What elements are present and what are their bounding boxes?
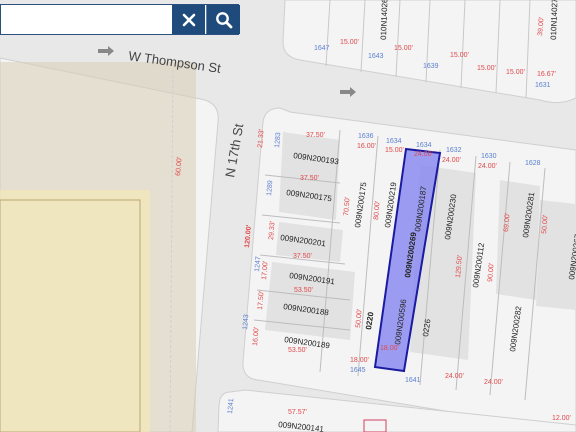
svg-text:18.00': 18.00' [380, 345, 399, 352]
svg-text:1243: 1243 [242, 314, 250, 330]
parcel-id: 010N14026 [379, 0, 389, 40]
search-icon [215, 11, 232, 28]
building-footprint-yellow [0, 190, 150, 432]
svg-text:15.00': 15.00' [506, 69, 525, 76]
svg-text:15.00': 15.00' [340, 39, 359, 46]
svg-text:1241: 1241 [227, 398, 235, 414]
svg-text:16.67': 16.67' [537, 71, 556, 78]
svg-text:1631: 1631 [535, 82, 551, 89]
svg-text:1630: 1630 [481, 153, 497, 160]
svg-text:24.00': 24.00' [414, 151, 433, 158]
svg-text:16.00': 16.00' [357, 143, 376, 150]
svg-text:1628: 1628 [525, 160, 541, 167]
clear-search-button[interactable] [172, 5, 205, 34]
svg-text:53.50': 53.50' [288, 347, 307, 354]
svg-text:1647: 1647 [314, 45, 330, 52]
svg-text:24.00': 24.00' [478, 163, 497, 170]
svg-text:1283: 1283 [274, 132, 282, 148]
svg-text:37.50': 37.50' [300, 175, 319, 182]
svg-text:24.00': 24.00' [484, 379, 503, 386]
svg-text:15.00': 15.00' [477, 65, 496, 72]
svg-text:1634: 1634 [416, 142, 432, 149]
svg-text:1641: 1641 [405, 377, 421, 384]
svg-text:15.00': 15.00' [394, 45, 413, 52]
close-icon [182, 13, 195, 26]
svg-text:15.00': 15.00' [450, 52, 469, 59]
svg-text:53.50': 53.50' [294, 287, 313, 294]
svg-text:24.00': 24.00' [445, 373, 464, 380]
svg-text:1645: 1645 [350, 367, 366, 374]
svg-text:37.50': 37.50' [306, 132, 325, 139]
svg-text:1634: 1634 [386, 138, 402, 145]
search-input[interactable] [1, 5, 171, 34]
svg-text:15.00': 15.00' [385, 147, 404, 154]
svg-text:18.00': 18.00' [350, 357, 369, 364]
parcel-id: 010N14027 [549, 0, 559, 40]
search-bar [0, 4, 240, 35]
svg-text:1289: 1289 [266, 180, 274, 196]
svg-text:37.50': 37.50' [293, 253, 312, 260]
svg-text:12.00': 12.00' [552, 415, 571, 422]
svg-text:1632: 1632 [446, 147, 462, 154]
svg-text:57.57': 57.57' [288, 409, 307, 416]
svg-text:1636: 1636 [358, 133, 374, 140]
search-button[interactable] [206, 5, 240, 34]
svg-text:1643: 1643 [368, 53, 384, 60]
svg-text:1639: 1639 [423, 63, 439, 70]
parcel-map[interactable]: W Thompson St N 17th St 009N200193 009N2… [0, 0, 576, 432]
svg-text:24.00': 24.00' [442, 157, 461, 164]
